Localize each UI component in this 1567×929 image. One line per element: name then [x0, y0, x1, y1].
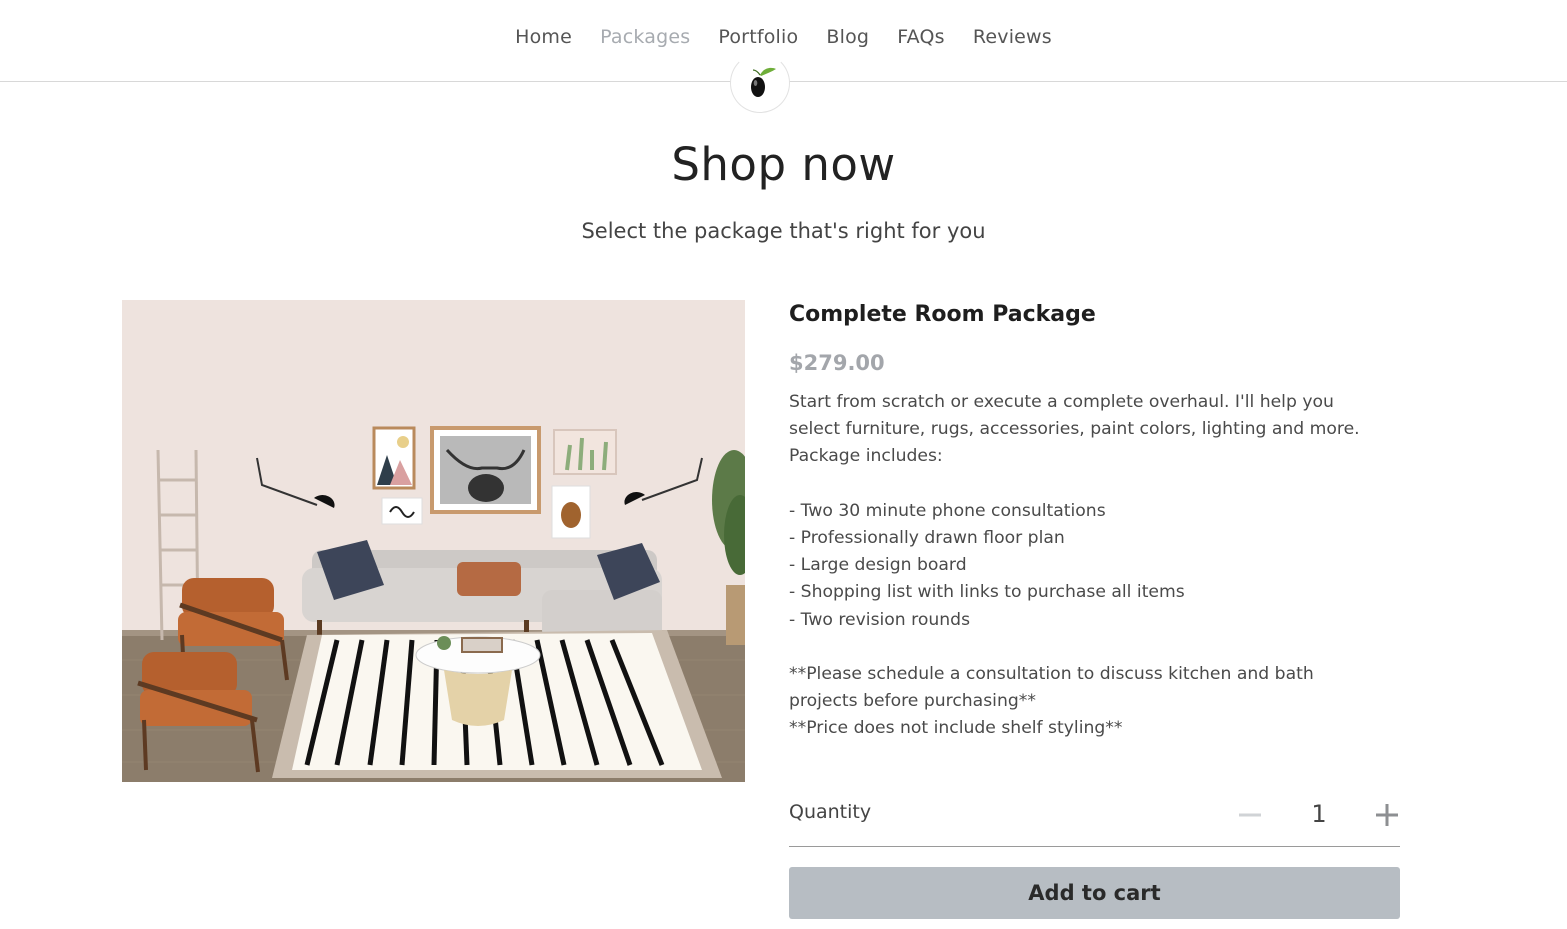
description-note: **Price does not include shelf styling**: [789, 718, 1123, 739]
included-item: - Professionally drawn floor plan: [789, 528, 1065, 548]
description-gap: [789, 471, 1400, 498]
product-name: Complete Room Package: [789, 302, 1096, 327]
olive-icon: [751, 67, 776, 97]
nav-faqs-link[interactable]: FAQs: [897, 26, 945, 48]
page-title: Shop now: [671, 138, 896, 191]
living-room-illustration: [122, 300, 745, 782]
plus-icon: [1376, 804, 1398, 826]
nav-reviews-link[interactable]: Reviews: [973, 26, 1052, 48]
included-item: - Shopping list with links to purchase a…: [789, 582, 1185, 603]
minus-icon: [1239, 813, 1261, 817]
nav-blog-link[interactable]: Blog: [826, 26, 869, 48]
description-line: select furniture, rugs, accessories, pai…: [789, 419, 1360, 440]
description-line: Start from scratch or execute a complete…: [789, 392, 1334, 412]
nav-links: Home Packages Portfolio Blog FAQs Review…: [0, 26, 1567, 48]
product-price: $279.00: [789, 351, 885, 375]
page-subtitle: Select the package that's right for you: [581, 219, 986, 243]
product-description: Start from scratch or execute a complete…: [789, 389, 1400, 743]
quantity-label: Quantity: [789, 801, 872, 823]
included-item: - Two 30 minute phone consultations: [789, 500, 1106, 521]
site-logo[interactable]: [730, 53, 790, 113]
description-gap: [789, 634, 1400, 661]
quantity-decrease-button[interactable]: [1236, 799, 1264, 829]
nav-packages-link[interactable]: Packages: [600, 26, 690, 48]
add-to-cart-button[interactable]: Add to cart: [789, 867, 1400, 919]
product-image[interactable]: [122, 300, 745, 782]
description-note: **Please schedule a consultation to disc…: [789, 664, 1314, 684]
included-item: - Large design board: [789, 555, 967, 576]
nav-portfolio-link[interactable]: Portfolio: [718, 26, 798, 48]
product-info: Complete Room Package $279.00 Start from…: [789, 300, 1400, 743]
included-item: - Two revision rounds: [789, 609, 971, 630]
quantity-increase-button[interactable]: [1372, 799, 1402, 829]
quantity-value[interactable]: 1: [1305, 800, 1333, 828]
description-note: projects before purchasing**: [789, 691, 1036, 712]
description-line: Package includes:: [789, 446, 943, 467]
nav-home-link[interactable]: Home: [515, 26, 572, 48]
